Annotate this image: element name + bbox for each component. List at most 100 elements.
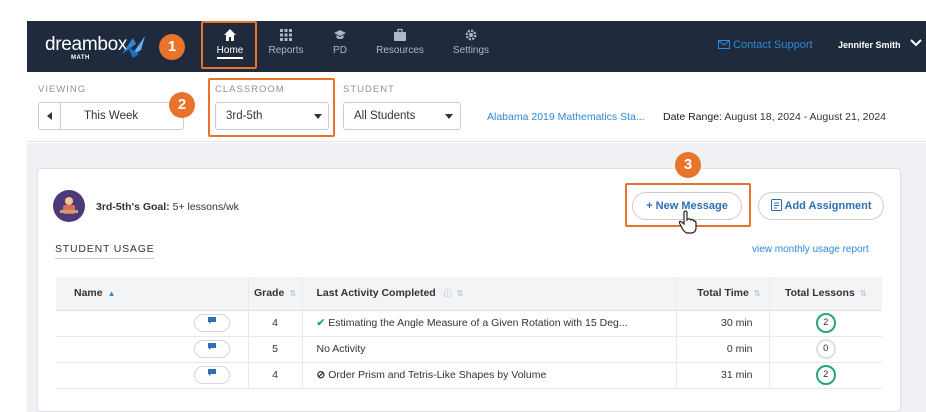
name-cell [56, 310, 249, 337]
classroom-avatar [53, 190, 85, 222]
dreambox-logo[interactable]: dreambox MATH [45, 34, 145, 61]
grid-icon [280, 29, 292, 41]
checkmark-icon: ✔ [316, 317, 326, 329]
activity-cell: No Activity [302, 336, 677, 363]
mail-icon [718, 40, 730, 49]
column-header-name-label: Name [74, 287, 103, 300]
nav-resources-label: Resources [376, 45, 424, 56]
chevron-down-icon[interactable] [910, 38, 922, 48]
student-dropdown-value: All Students [354, 110, 416, 122]
message-student-button[interactable] [193, 366, 230, 384]
logo-subtitle: MATH [71, 55, 90, 61]
user-menu[interactable]: Jennifer Smith [838, 40, 901, 50]
goal-value: 5+ lessons/wk [172, 201, 239, 213]
chat-bubble-icon [207, 369, 216, 376]
student-usage-table: Name ▲ Grade ⇅ Last Activity Completed ⓘ ⇅ … [56, 277, 882, 389]
caret-down-icon [445, 114, 453, 119]
briefcase-icon [394, 28, 406, 41]
message-student-button[interactable] [193, 340, 230, 358]
student-usage-title: STUDENT USAGE [55, 243, 155, 259]
sort-icon: ⇅ [859, 289, 867, 299]
info-icon[interactable]: ⓘ [444, 288, 452, 299]
classroom-avatar-icon [60, 197, 78, 214]
in-progress-icon: ⊘ [316, 369, 326, 381]
gear-icon [465, 29, 477, 41]
assignment-icon [770, 199, 782, 211]
callout-badge-3: 3 [675, 152, 701, 178]
student-dropdown[interactable]: All Students [343, 102, 461, 130]
add-assignment-button[interactable]: Add Assignment [758, 192, 884, 220]
lessons-progress-ring: 2 [815, 365, 836, 385]
contact-support-link[interactable]: Contact Support [718, 39, 813, 51]
student-label: STUDENT [343, 84, 395, 95]
column-header-total-lessons-label: Total Lessons [784, 287, 855, 300]
contact-support-label: Contact Support [733, 39, 813, 51]
graduation-cap-icon [334, 30, 346, 39]
filter-bar: VIEWING This Week CLASSROOM 3rd-5th STUD… [27, 72, 926, 142]
goal-label: 3rd-5th's Goal: [96, 201, 170, 213]
column-header-last-activity-label: Last Activity Completed [316, 287, 436, 300]
column-header-total-time-label: Total Time [697, 287, 749, 300]
add-assignment-label: Add Assignment [784, 200, 872, 212]
classroom-goal: 3rd-5th's Goal: 5+ lessons/wk [96, 201, 239, 213]
date-range: Date Range: August 18, 2024 - August 21,… [663, 111, 886, 123]
sort-icon: ⇅ [289, 289, 297, 299]
standards-link[interactable]: Alabama 2019 Mathematics Sta... [487, 111, 645, 123]
lessons-cell: 2 [769, 310, 882, 337]
activity-cell: ✔ Estimating the Angle Measure of a Give… [302, 310, 677, 337]
time-cell: 0 min [676, 336, 770, 363]
monthly-usage-link[interactable]: view monthly usage report [752, 244, 869, 255]
week-selector[interactable]: This Week [38, 102, 184, 130]
lessons-cell: 0 [769, 336, 882, 363]
lessons-cell: 2 [769, 362, 882, 389]
nav-reports[interactable]: Reports [263, 28, 309, 66]
sort-icon: ⇅ [753, 289, 761, 299]
column-header-grade[interactable]: Grade ⇅ [248, 277, 303, 311]
chat-bubble-icon [207, 343, 216, 350]
chevron-left-icon [47, 112, 52, 120]
date-range-value: August 18, 2024 - August 21, 2024 [724, 111, 887, 123]
grade-cell: 5 [248, 336, 303, 363]
sort-icon: ⇅ [456, 289, 464, 299]
home-highlight-box [201, 21, 257, 69]
table-row: 5 No Activity 0 min 0 [56, 336, 882, 363]
chat-bubble-icon [207, 317, 216, 324]
week-selector-value: This Week [84, 110, 139, 122]
table-row: 4 ⊘ Order Prism and Tetris-Like Shapes b… [56, 362, 882, 389]
nav-pd[interactable]: PD [325, 28, 355, 66]
column-header-grade-label: Grade [253, 287, 285, 300]
activity-cell: ⊘ Order Prism and Tetris-Like Shapes by … [302, 362, 677, 389]
nav-pd-label: PD [333, 45, 347, 56]
nav-settings[interactable]: Settings [448, 28, 494, 66]
callout-badge-2: 2 [169, 92, 195, 118]
date-range-label: Date Range: [663, 111, 722, 123]
column-header-last-activity[interactable]: Last Activity Completed ⓘ ⇅ [302, 277, 677, 311]
time-cell: 31 min [676, 362, 770, 389]
grade-cell: 4 [248, 362, 303, 389]
viewing-label: VIEWING [38, 84, 87, 95]
nav-reports-label: Reports [268, 45, 304, 56]
nav-resources[interactable]: Resources [372, 28, 428, 66]
name-cell [56, 336, 249, 363]
callout-badge-1: 1 [159, 34, 185, 60]
time-cell: 30 min [676, 310, 770, 337]
table-row: 4 ✔ Estimating the Angle Measure of a Gi… [56, 310, 882, 337]
column-header-total-time[interactable]: Total Time ⇅ [676, 277, 770, 311]
activity-name[interactable]: Estimating the Angle Measure of a Given … [328, 317, 627, 329]
classroom-highlight-box [208, 78, 335, 137]
name-cell [56, 362, 249, 389]
hand-cursor-icon [678, 210, 697, 234]
column-header-total-lessons[interactable]: Total Lessons ⇅ [769, 277, 882, 311]
lessons-progress-ring: 0 [815, 339, 836, 359]
previous-week-button[interactable] [39, 103, 61, 129]
logo-wordmark: dreambox [45, 34, 128, 55]
logo-mark-icon [122, 36, 145, 58]
nav-settings-label: Settings [452, 45, 490, 56]
lessons-progress-ring: 2 [815, 313, 836, 333]
activity-name[interactable]: Order Prism and Tetris-Like Shapes by Vo… [328, 369, 546, 381]
sort-ascending-icon: ▲ [107, 289, 116, 299]
grade-cell: 4 [248, 310, 303, 337]
column-header-name[interactable]: Name ▲ [56, 277, 249, 311]
table-header-row: Name ▲ Grade ⇅ Last Activity Completed ⓘ ⇅ … [56, 277, 882, 311]
message-student-button[interactable] [193, 314, 230, 332]
